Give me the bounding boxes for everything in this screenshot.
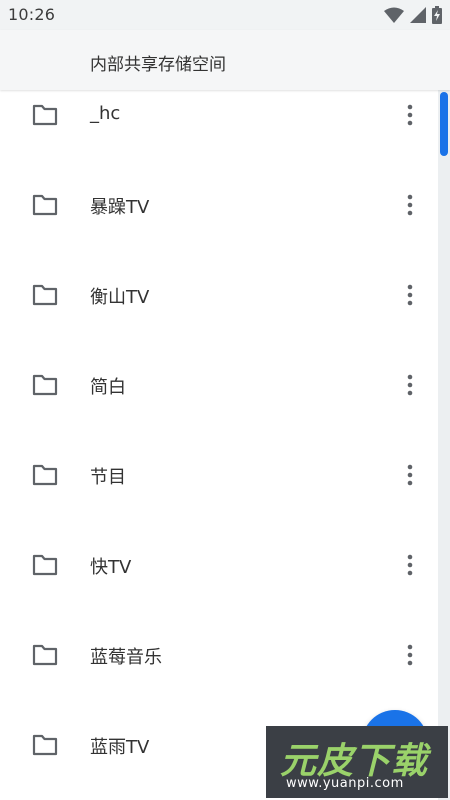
watermark-url: www.yuanpi.com [286,776,404,791]
folder-icon [32,464,58,486]
wifi-icon [384,7,404,23]
folder-row-lanmei-music[interactable]: 蓝莓音乐 [0,610,438,700]
folder-row-jiemu[interactable]: 节目 [0,430,438,520]
more-options-icon[interactable] [400,193,420,217]
folder-icon [32,554,58,576]
folder-icon [32,284,58,306]
more-options-icon[interactable] [400,553,420,577]
status-icons [384,6,442,24]
battery-charging-icon [432,6,442,24]
more-options-icon[interactable] [400,103,420,127]
scrollbar-track[interactable] [438,90,450,800]
scrollbar-thumb[interactable] [440,92,448,156]
header: 内部共享存储空间 [0,30,450,90]
watermark-logo: 元皮下载 www.yuanpi.com [266,726,448,798]
folder-icon [32,734,58,756]
folder-row-hengshan-tv[interactable]: 衡山TV [0,250,438,340]
folder-name: 暴躁TV [90,197,150,218]
status-bar: 10:26 [0,0,450,30]
folder-icon [32,194,58,216]
more-options-icon[interactable] [400,463,420,487]
folder-name: _hc [90,103,121,124]
screen: 10:26 内部共享存储空间 _hc 暴躁TV 衡山TV 简白 节目 快TV 蓝… [0,0,450,800]
folder-name: 简白 [90,377,126,398]
more-options-icon[interactable] [400,643,420,667]
folder-name: 快TV [90,557,132,578]
folder-icon [32,104,58,126]
folder-icon [32,374,58,396]
folder-row-kuai-tv[interactable]: 快TV [0,520,438,610]
folder-row-jianbai[interactable]: 简白 [0,340,438,430]
folder-name: 蓝雨TV [90,737,150,758]
more-options-icon[interactable] [400,373,420,397]
folder-name: 衡山TV [90,287,150,308]
folder-name: 节目 [90,467,126,488]
folder-row-hc[interactable]: _hc [0,90,438,160]
folder-row-baozao-tv[interactable]: 暴躁TV [0,160,438,250]
folder-icon [32,644,58,666]
signal-icon [410,7,426,23]
page-title: 内部共享存储空间 [90,55,226,75]
status-time: 10:26 [8,5,56,24]
folder-list[interactable]: _hc 暴躁TV 衡山TV 简白 节目 快TV 蓝莓音乐 蓝雨TV [0,90,438,800]
folder-name: 蓝莓音乐 [90,647,162,668]
more-options-icon[interactable] [400,283,420,307]
